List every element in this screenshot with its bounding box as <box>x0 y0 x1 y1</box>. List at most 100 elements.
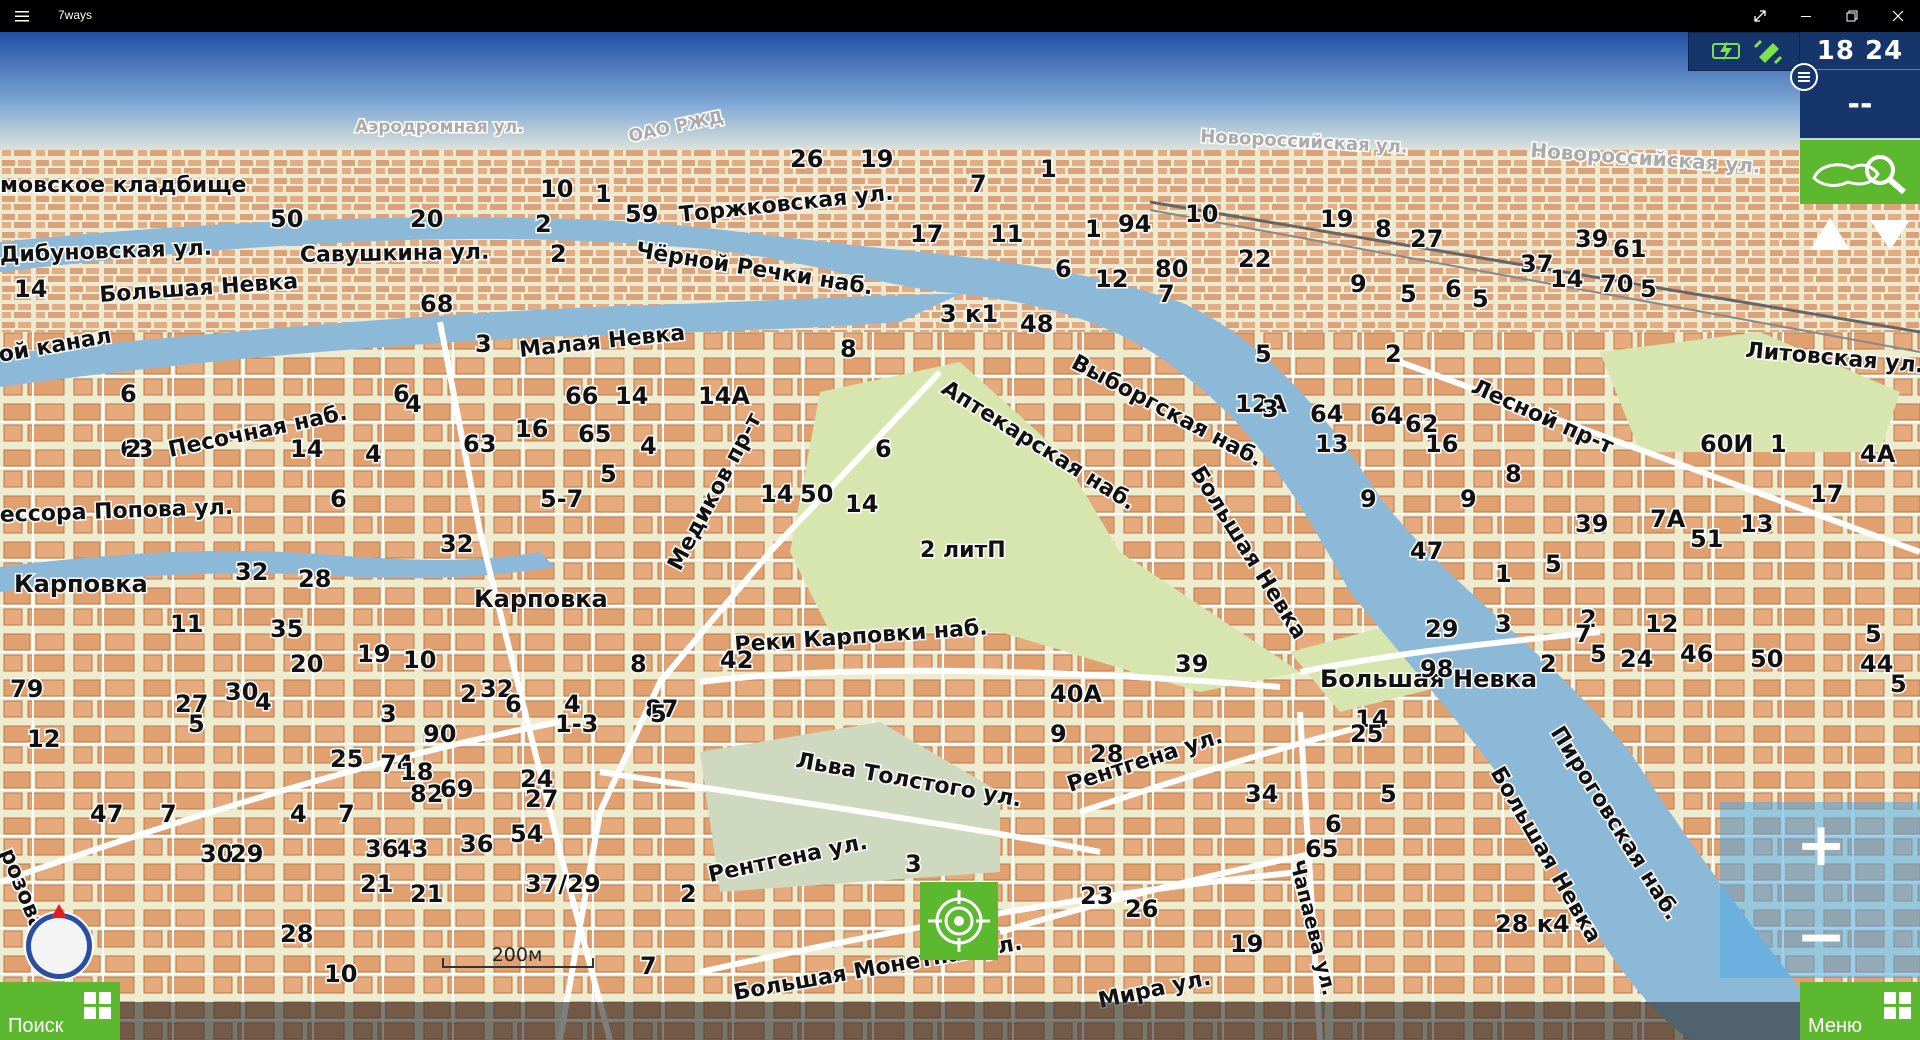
street-label: мовское кладбище <box>0 173 246 198</box>
house-number-label: 11 <box>170 610 203 638</box>
house-number-label: 42 <box>720 646 753 674</box>
map-scale: 200м <box>442 944 594 968</box>
house-number-label: 3 <box>1262 395 1279 423</box>
house-number-label: 2 <box>125 435 142 463</box>
house-number-label: 9 <box>1050 720 1067 748</box>
house-number-label: 44 <box>1860 650 1893 678</box>
house-number-label: 5 <box>600 460 617 488</box>
house-number-label: 64 <box>1310 400 1343 428</box>
expand-icon[interactable] <box>1737 0 1783 32</box>
house-number-label: 8 <box>630 650 647 678</box>
house-number-label: 6 <box>505 690 522 718</box>
house-number-label: 69 <box>440 775 473 803</box>
house-number-label: 7А <box>1650 505 1686 533</box>
house-number-label: 19 <box>357 640 390 668</box>
house-number-label: 4 <box>255 688 272 716</box>
street-label: Карповка <box>14 570 148 598</box>
house-number-label: 37 <box>1520 250 1553 278</box>
house-number-label: 34 <box>1245 780 1278 808</box>
house-number-label: 10 <box>1185 200 1218 228</box>
house-number-label: 3 <box>380 700 397 728</box>
house-number-label: 2 <box>680 880 697 908</box>
map-search-button[interactable] <box>1800 140 1920 204</box>
house-number-label: 9 <box>1350 270 1367 298</box>
house-number-label: 98 <box>1420 655 1453 683</box>
house-number-label: 1 <box>595 180 612 208</box>
house-number-label: 32 <box>235 558 268 586</box>
house-number-label: 5 <box>1865 620 1882 648</box>
my-location-button[interactable] <box>920 882 998 960</box>
restore-icon[interactable] <box>1829 0 1875 32</box>
house-number-label: 39 <box>1175 650 1208 678</box>
house-number-label: 1 <box>1085 215 1102 243</box>
tilt-up-icon[interactable] <box>1810 218 1850 250</box>
street-label: Савушкина ул. <box>300 240 490 268</box>
close-icon[interactable] <box>1875 0 1920 32</box>
house-number-label: 26 <box>790 145 823 173</box>
house-number-label: 10 <box>403 646 436 674</box>
house-number-label: 65 <box>1305 835 1338 863</box>
house-number-label: 19 <box>860 145 893 173</box>
house-number-label: 82 <box>410 780 443 808</box>
house-number-label: 50 <box>800 480 833 508</box>
house-number-label: 21 <box>410 880 443 908</box>
house-number-label: 35 <box>270 615 303 643</box>
house-number-label: 25 <box>330 745 363 773</box>
house-number-label: 39 <box>1575 225 1608 253</box>
minimize-icon[interactable] <box>1783 0 1829 32</box>
house-number-label: 1 <box>1040 155 1057 183</box>
house-number-label: 10 <box>324 960 357 988</box>
house-number-label: 59 <box>625 200 658 228</box>
house-number-label: 2 <box>460 680 477 708</box>
house-number-label: 14 <box>615 382 648 410</box>
tilt-controls <box>1800 206 1920 258</box>
next-maneuver-distance: -- <box>1800 70 1920 138</box>
house-number-label: 20 <box>410 205 443 233</box>
satellite-icon <box>1753 39 1783 65</box>
menu-button[interactable]: Меню <box>1800 982 1920 1040</box>
house-number-label: 2 <box>535 210 552 238</box>
house-number-label: 50 <box>1750 645 1783 673</box>
house-number-label: 47 <box>90 800 123 828</box>
house-number-label: 5 <box>1545 550 1562 578</box>
zoom-in-button[interactable]: + <box>1736 804 1906 886</box>
house-number-label: 40А <box>1050 680 1102 708</box>
tilt-down-icon[interactable] <box>1870 220 1910 250</box>
house-number-label: 3 <box>475 330 492 358</box>
house-number-label: 16 <box>515 415 548 443</box>
house-number-label: 17 <box>910 220 943 248</box>
tiles-icon <box>84 992 111 1019</box>
house-number-label: 7 <box>640 952 657 980</box>
house-number-label: 64 <box>1370 402 1403 430</box>
house-number-label: 1 <box>1495 560 1512 588</box>
map-search-icon <box>1812 155 1906 195</box>
house-number-label: 19 <box>1230 930 1263 958</box>
menu-button-label: Меню <box>1808 1015 1863 1037</box>
house-number-label: 21 <box>360 870 393 898</box>
house-number-label: 13 <box>1315 430 1348 458</box>
hamburger-menu-icon[interactable] <box>14 8 30 24</box>
search-button[interactable]: Поиск <box>0 982 120 1040</box>
house-number-label: 29 <box>1425 615 1458 643</box>
house-number-label: 5 <box>1472 285 1489 313</box>
title-bar: 7ways <box>0 0 1920 32</box>
house-number-label: 61 <box>1613 235 1646 263</box>
house-number-label: 14 <box>845 490 878 518</box>
house-number-label: 12 <box>1095 265 1128 293</box>
house-number-label: 54 <box>510 820 543 848</box>
house-number-label: 48 <box>1020 310 1053 338</box>
house-number-label: 36 <box>460 830 493 858</box>
house-number-label: 28 <box>298 565 331 593</box>
compass-icon[interactable] <box>18 902 100 984</box>
house-number-label: 12 <box>27 725 60 753</box>
house-number-label: 6 <box>1445 275 1462 303</box>
house-number-label: 5 <box>1640 275 1657 303</box>
quick-menu-button[interactable] <box>1790 63 1818 91</box>
house-number-label: 17 <box>1810 480 1843 508</box>
house-number-label: 2 <box>1385 340 1402 368</box>
house-number-label: 6 <box>330 485 347 513</box>
house-number-label: 65 <box>578 420 611 448</box>
zoom-out-button[interactable]: − <box>1736 896 1906 978</box>
house-number-label: 4 <box>405 390 422 418</box>
house-number-label: 80 <box>1155 255 1188 283</box>
